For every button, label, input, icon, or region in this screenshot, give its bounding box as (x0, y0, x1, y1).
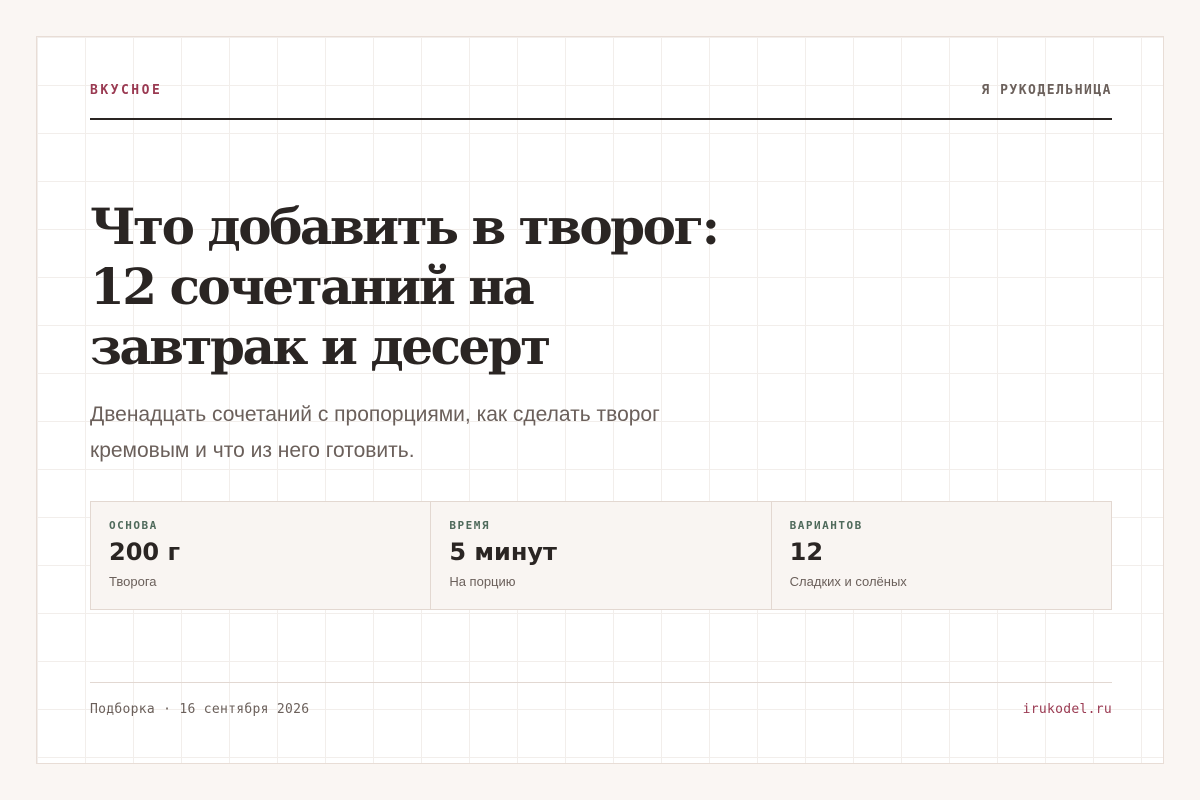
stat-caption: Творога (109, 574, 157, 589)
stat-value: 5 минут (449, 538, 557, 566)
stat-caption: На порцию (449, 574, 516, 589)
publication-meta: Подборка · 16 сентября 2026 (90, 702, 310, 717)
stat-base: ОСНОВА 200 г Творога (91, 502, 432, 609)
stat-variants: ВАРИАНТОВ 12 Сладких и солёных (772, 502, 1111, 609)
article-subtitle: Двенадцать сочетаний с пропорциями, как … (90, 403, 660, 462)
category-label[interactable]: ВКУСНОЕ (90, 83, 162, 98)
card-header: ВКУСНОЕ Я РУКОДЕЛЬНИЦА (90, 83, 1112, 120)
article-title: Что добавить в творог: 12 сочетаний на з… (90, 197, 720, 376)
stat-time: ВРЕМЯ 5 минут На порцию (431, 502, 772, 609)
stat-label: ВРЕМЯ (449, 519, 490, 532)
stat-caption: Сладких и солёных (789, 574, 907, 589)
stat-value: 12 (789, 538, 824, 566)
stat-label: ОСНОВА (109, 519, 158, 532)
stats-panel: ОСНОВА 200 г Творога ВРЕМЯ 5 минут На по… (90, 501, 1112, 610)
site-domain-link[interactable]: irukodel.ru (1023, 702, 1112, 717)
stat-value: 200 г (109, 538, 180, 566)
share-card: ВКУСНОЕ Я РУКОДЕЛЬНИЦА Что добавить в тв… (36, 36, 1164, 764)
stat-label: ВАРИАНТОВ (789, 519, 863, 532)
site-name[interactable]: Я РУКОДЕЛЬНИЦА (981, 83, 1112, 98)
card-footer: Подборка · 16 сентября 2026 irukodel.ru (90, 682, 1112, 727)
